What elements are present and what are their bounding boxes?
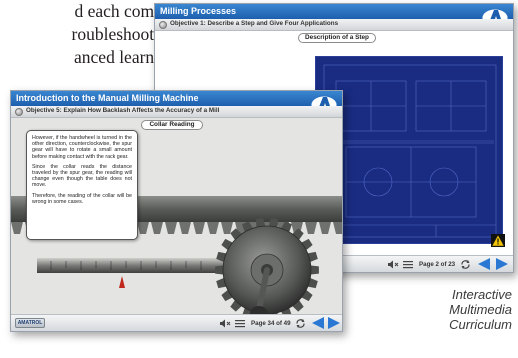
next-arrow-icon[interactable] [495,257,509,271]
background-page-text: d each com- roubleshoot- anced learn- [0,0,160,69]
page-text-line: d each com- [74,1,160,21]
caption-line: Multimedia [449,302,512,317]
blueprint-image [315,56,503,244]
back-objective-text: Objective 1: Describe a Step and Give Fo… [170,20,339,27]
menu-icon[interactable] [235,319,245,328]
objective-dot-icon[interactable] [159,21,167,29]
rack-tooth [333,222,342,234]
front-window-title: Introduction to the Manual Milling Machi… [16,93,199,103]
explanation-paragraph: However, if the handwheel is turned in t… [32,135,132,160]
front-objective-text: Objective 5: Explain How Backlash Affect… [26,107,220,114]
front-footer: AMATROL Page 34 of 49 [11,314,342,331]
next-arrow-icon[interactable] [327,316,341,330]
description-of-step-button[interactable]: Description of a Step [298,33,376,43]
caption: Interactive Multimedia Curriculum [422,287,512,332]
back-objective-bar: Objective 1: Describe a Step and Give Fo… [155,19,513,31]
rack-tooth [151,222,163,234]
rack-tooth [165,222,177,234]
front-titlebar: Introduction to the Manual Milling Machi… [11,91,342,106]
explanation-paragraph: Therefore, the reading of the collar wil… [32,192,132,205]
amatrol-logo: AMATROL [15,318,45,328]
rack-tooth [221,222,233,234]
back-titlebar: Milling Processes [155,4,513,19]
rack-tooth [193,222,205,234]
rack-tooth [207,222,219,234]
milling-scene: Collar Reading However, if the handwheel… [11,118,342,314]
mute-icon[interactable] [387,260,399,269]
warning-icon[interactable] [491,234,505,247]
menu-icon[interactable] [403,260,413,269]
caption-line: Curriculum [449,317,512,332]
rack-tooth [179,222,191,234]
rack-tooth [305,222,317,234]
explanation-textbox: However, if the handwheel is turned in t… [26,130,138,240]
front-page-indicator: Page 34 of 49 [251,320,291,327]
rack-tooth [137,222,149,234]
reload-icon[interactable] [295,318,306,329]
prev-arrow-icon[interactable] [311,316,325,330]
back-window-title: Milling Processes [160,6,237,16]
reload-icon[interactable] [460,259,471,270]
back-page-indicator: Page 2 of 23 [419,261,456,268]
front-objective-bar: Objective 5: Explain How Backlash Affect… [11,106,342,118]
page-text-line: anced learn- [74,47,160,67]
front-window: Introduction to the Manual Milling Machi… [10,90,343,332]
explanation-paragraph: Since the collar reads the distance trav… [32,163,132,189]
objective-dot-icon[interactable] [15,108,23,116]
collar-reading-button[interactable]: Collar Reading [141,120,203,130]
rack-tooth [319,222,331,234]
rack-tooth [11,222,23,234]
mute-icon[interactable] [219,319,231,328]
blueprint-drawing [323,64,497,238]
page-text-line: roubleshoot- [71,24,160,44]
caption-line: Interactive [452,287,512,302]
prev-arrow-icon[interactable] [477,257,491,271]
